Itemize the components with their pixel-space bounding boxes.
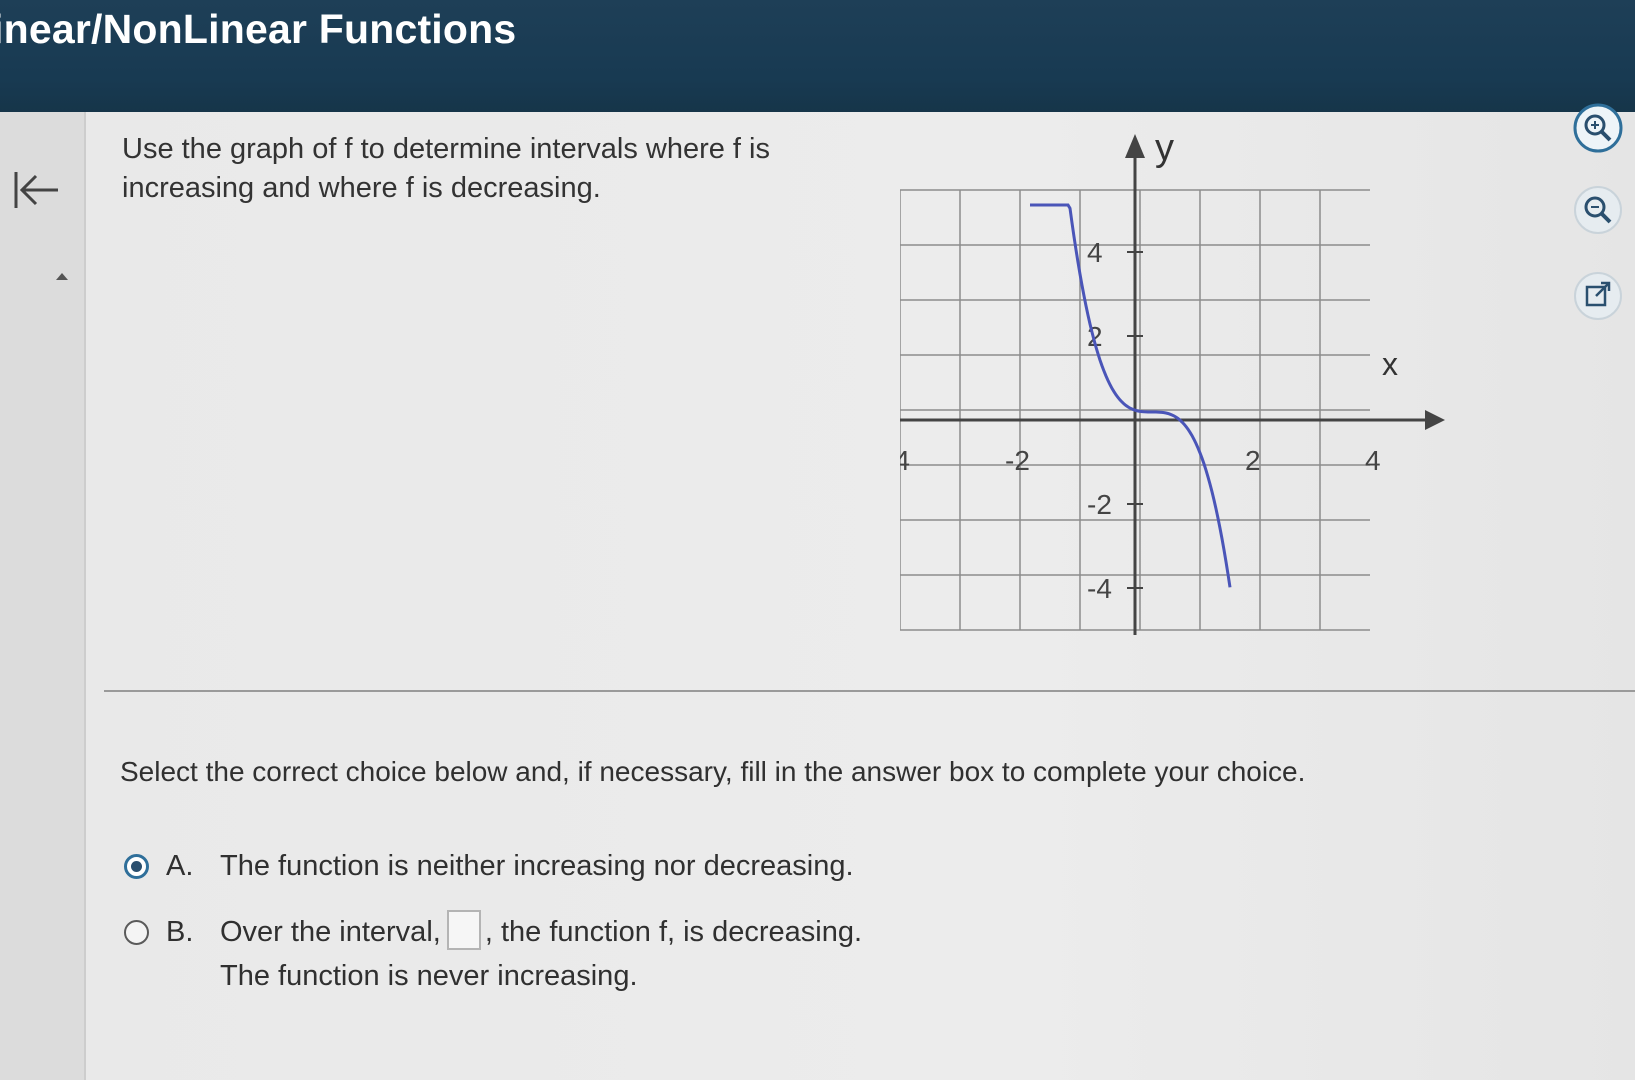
- open-external-icon: [1574, 272, 1622, 320]
- zoom-in-button[interactable]: [1572, 102, 1624, 154]
- y-tick-label: 4: [1087, 237, 1103, 268]
- graph-svg: -4-22442-2-4 x y: [885, 127, 1445, 635]
- choice-a-radio[interactable]: [124, 854, 149, 879]
- choice-a-letter: A.: [166, 850, 194, 882]
- x-axis-label: x: [1382, 346, 1398, 382]
- instruction-text: Select the correct choice below and, if …: [120, 756, 1306, 787]
- page-title: inear/NonLinear Functions: [0, 6, 517, 52]
- header-bar: inear/NonLinear Functions: [0, 0, 1635, 112]
- choice-b-text-before: Over the interval,: [220, 916, 441, 948]
- y-axis-label: y: [1155, 127, 1174, 169]
- x-tick-label: -2: [1005, 445, 1030, 476]
- choice-b-line2: The function is never increasing.: [220, 960, 638, 992]
- x-tick-label: 4: [1365, 445, 1381, 476]
- zoom-in-icon: [1573, 103, 1623, 153]
- x-axis-arrow: [1425, 410, 1445, 430]
- x-tick-label: -4: [900, 445, 910, 476]
- x-tick-label: 2: [1245, 445, 1261, 476]
- section-divider: [104, 690, 1635, 692]
- graph-axes: [900, 134, 1445, 635]
- choice-b-radio[interactable]: [124, 920, 149, 945]
- question-text: Use the graph of f to determine interval…: [122, 133, 770, 204]
- back-button[interactable]: [6, 168, 60, 212]
- choice-a-text: The function is neither increasing nor d…: [220, 850, 854, 882]
- scroll-up-caret-icon[interactable]: [56, 273, 68, 280]
- choice-b-letter: B.: [166, 916, 194, 948]
- y-tick-label: -4: [1087, 573, 1112, 604]
- choice-b-text: Over the interval, , the function f, is d…: [220, 910, 863, 951]
- left-rail: [0, 112, 86, 1080]
- y-tick-label: -2: [1087, 489, 1112, 520]
- zoom-out-icon: [1574, 186, 1622, 234]
- y-axis-arrow: [1125, 134, 1145, 158]
- collapse-left-icon: [14, 172, 58, 208]
- interval-answer-box[interactable]: [446, 910, 481, 951]
- zoom-out-button[interactable]: [1572, 184, 1624, 236]
- open-external-button[interactable]: [1572, 270, 1624, 322]
- function-graph: -4-22442-2-4 x y: [885, 120, 1460, 650]
- choice-b-text-after: , the function f, is decreasing.: [484, 916, 863, 948]
